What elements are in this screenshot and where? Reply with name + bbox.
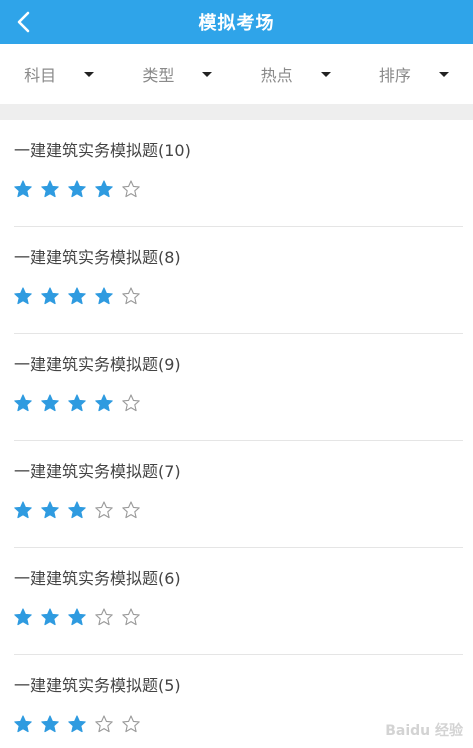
filter-label: 排序 bbox=[378, 66, 411, 85]
list-item[interactable]: 一建建筑实务模拟题(6) bbox=[14, 548, 463, 655]
star-filled-icon bbox=[14, 501, 32, 519]
star-filled-icon bbox=[95, 180, 113, 198]
filter-label: 类型 bbox=[142, 66, 175, 85]
star-empty-icon bbox=[122, 501, 140, 519]
item-title: 一建建筑实务模拟题(7) bbox=[14, 462, 181, 481]
list-item[interactable]: 一建建筑实务模拟题(9) bbox=[14, 334, 463, 441]
star-rating bbox=[14, 287, 463, 305]
caret-down-icon bbox=[202, 71, 213, 77]
star-filled-icon bbox=[41, 180, 59, 198]
star-filled-icon bbox=[14, 608, 32, 626]
filter-hot[interactable]: 热点 bbox=[237, 62, 355, 86]
star-filled-icon bbox=[41, 287, 59, 305]
star-rating bbox=[14, 501, 463, 519]
filter-label: 热点 bbox=[260, 66, 293, 85]
caret-down-icon bbox=[320, 71, 331, 77]
exam-list: 一建建筑实务模拟题(10) 一建建筑实务模拟题(8) 一建建筑实务模拟题(9) … bbox=[0, 120, 473, 748]
back-button[interactable] bbox=[10, 8, 36, 36]
star-filled-icon bbox=[68, 287, 86, 305]
header-bar: 模拟考场 bbox=[0, 0, 473, 44]
watermark-logo: Baidu 经验 bbox=[385, 723, 463, 739]
star-filled-icon bbox=[68, 715, 86, 733]
item-title: 一建建筑实务模拟题(8) bbox=[14, 248, 181, 267]
list-item[interactable]: 一建建筑实务模拟题(8) bbox=[14, 227, 463, 334]
star-filled-icon bbox=[95, 394, 113, 412]
star-filled-icon bbox=[68, 394, 86, 412]
filter-label: 科目 bbox=[24, 66, 57, 85]
star-filled-icon bbox=[41, 608, 59, 626]
star-empty-icon bbox=[95, 501, 113, 519]
star-empty-icon bbox=[95, 715, 113, 733]
star-filled-icon bbox=[95, 287, 113, 305]
section-divider bbox=[0, 104, 473, 120]
filter-bar: 科目 类型 热点 排序 bbox=[0, 44, 473, 104]
caret-down-icon bbox=[438, 71, 449, 77]
star-filled-icon bbox=[68, 180, 86, 198]
star-filled-icon bbox=[14, 180, 32, 198]
star-filled-icon bbox=[14, 287, 32, 305]
star-filled-icon bbox=[68, 608, 86, 626]
star-rating bbox=[14, 180, 463, 198]
page-title: 模拟考场 bbox=[198, 13, 275, 34]
star-rating bbox=[14, 608, 463, 626]
caret-down-icon bbox=[84, 71, 95, 77]
star-empty-icon bbox=[122, 715, 140, 733]
item-title: 一建建筑实务模拟题(5) bbox=[14, 676, 181, 695]
chevron-left-icon bbox=[17, 11, 30, 33]
star-empty-icon bbox=[95, 608, 113, 626]
star-filled-icon bbox=[68, 501, 86, 519]
filter-sort[interactable]: 排序 bbox=[355, 62, 473, 86]
item-title: 一建建筑实务模拟题(9) bbox=[14, 355, 181, 374]
star-empty-icon bbox=[122, 180, 140, 198]
star-rating bbox=[14, 394, 463, 412]
star-filled-icon bbox=[14, 394, 32, 412]
item-title: 一建建筑实务模拟题(6) bbox=[14, 569, 181, 588]
star-empty-icon bbox=[122, 287, 140, 305]
filter-type[interactable]: 类型 bbox=[118, 62, 236, 86]
star-empty-icon bbox=[122, 394, 140, 412]
star-filled-icon bbox=[41, 715, 59, 733]
list-item[interactable]: 一建建筑实务模拟题(7) bbox=[14, 441, 463, 548]
star-empty-icon bbox=[122, 608, 140, 626]
filter-subject[interactable]: 科目 bbox=[0, 62, 118, 86]
star-filled-icon bbox=[14, 715, 32, 733]
list-item[interactable]: 一建建筑实务模拟题(10) bbox=[14, 120, 463, 227]
item-title: 一建建筑实务模拟题(10) bbox=[14, 141, 191, 160]
star-filled-icon bbox=[41, 394, 59, 412]
star-filled-icon bbox=[41, 501, 59, 519]
